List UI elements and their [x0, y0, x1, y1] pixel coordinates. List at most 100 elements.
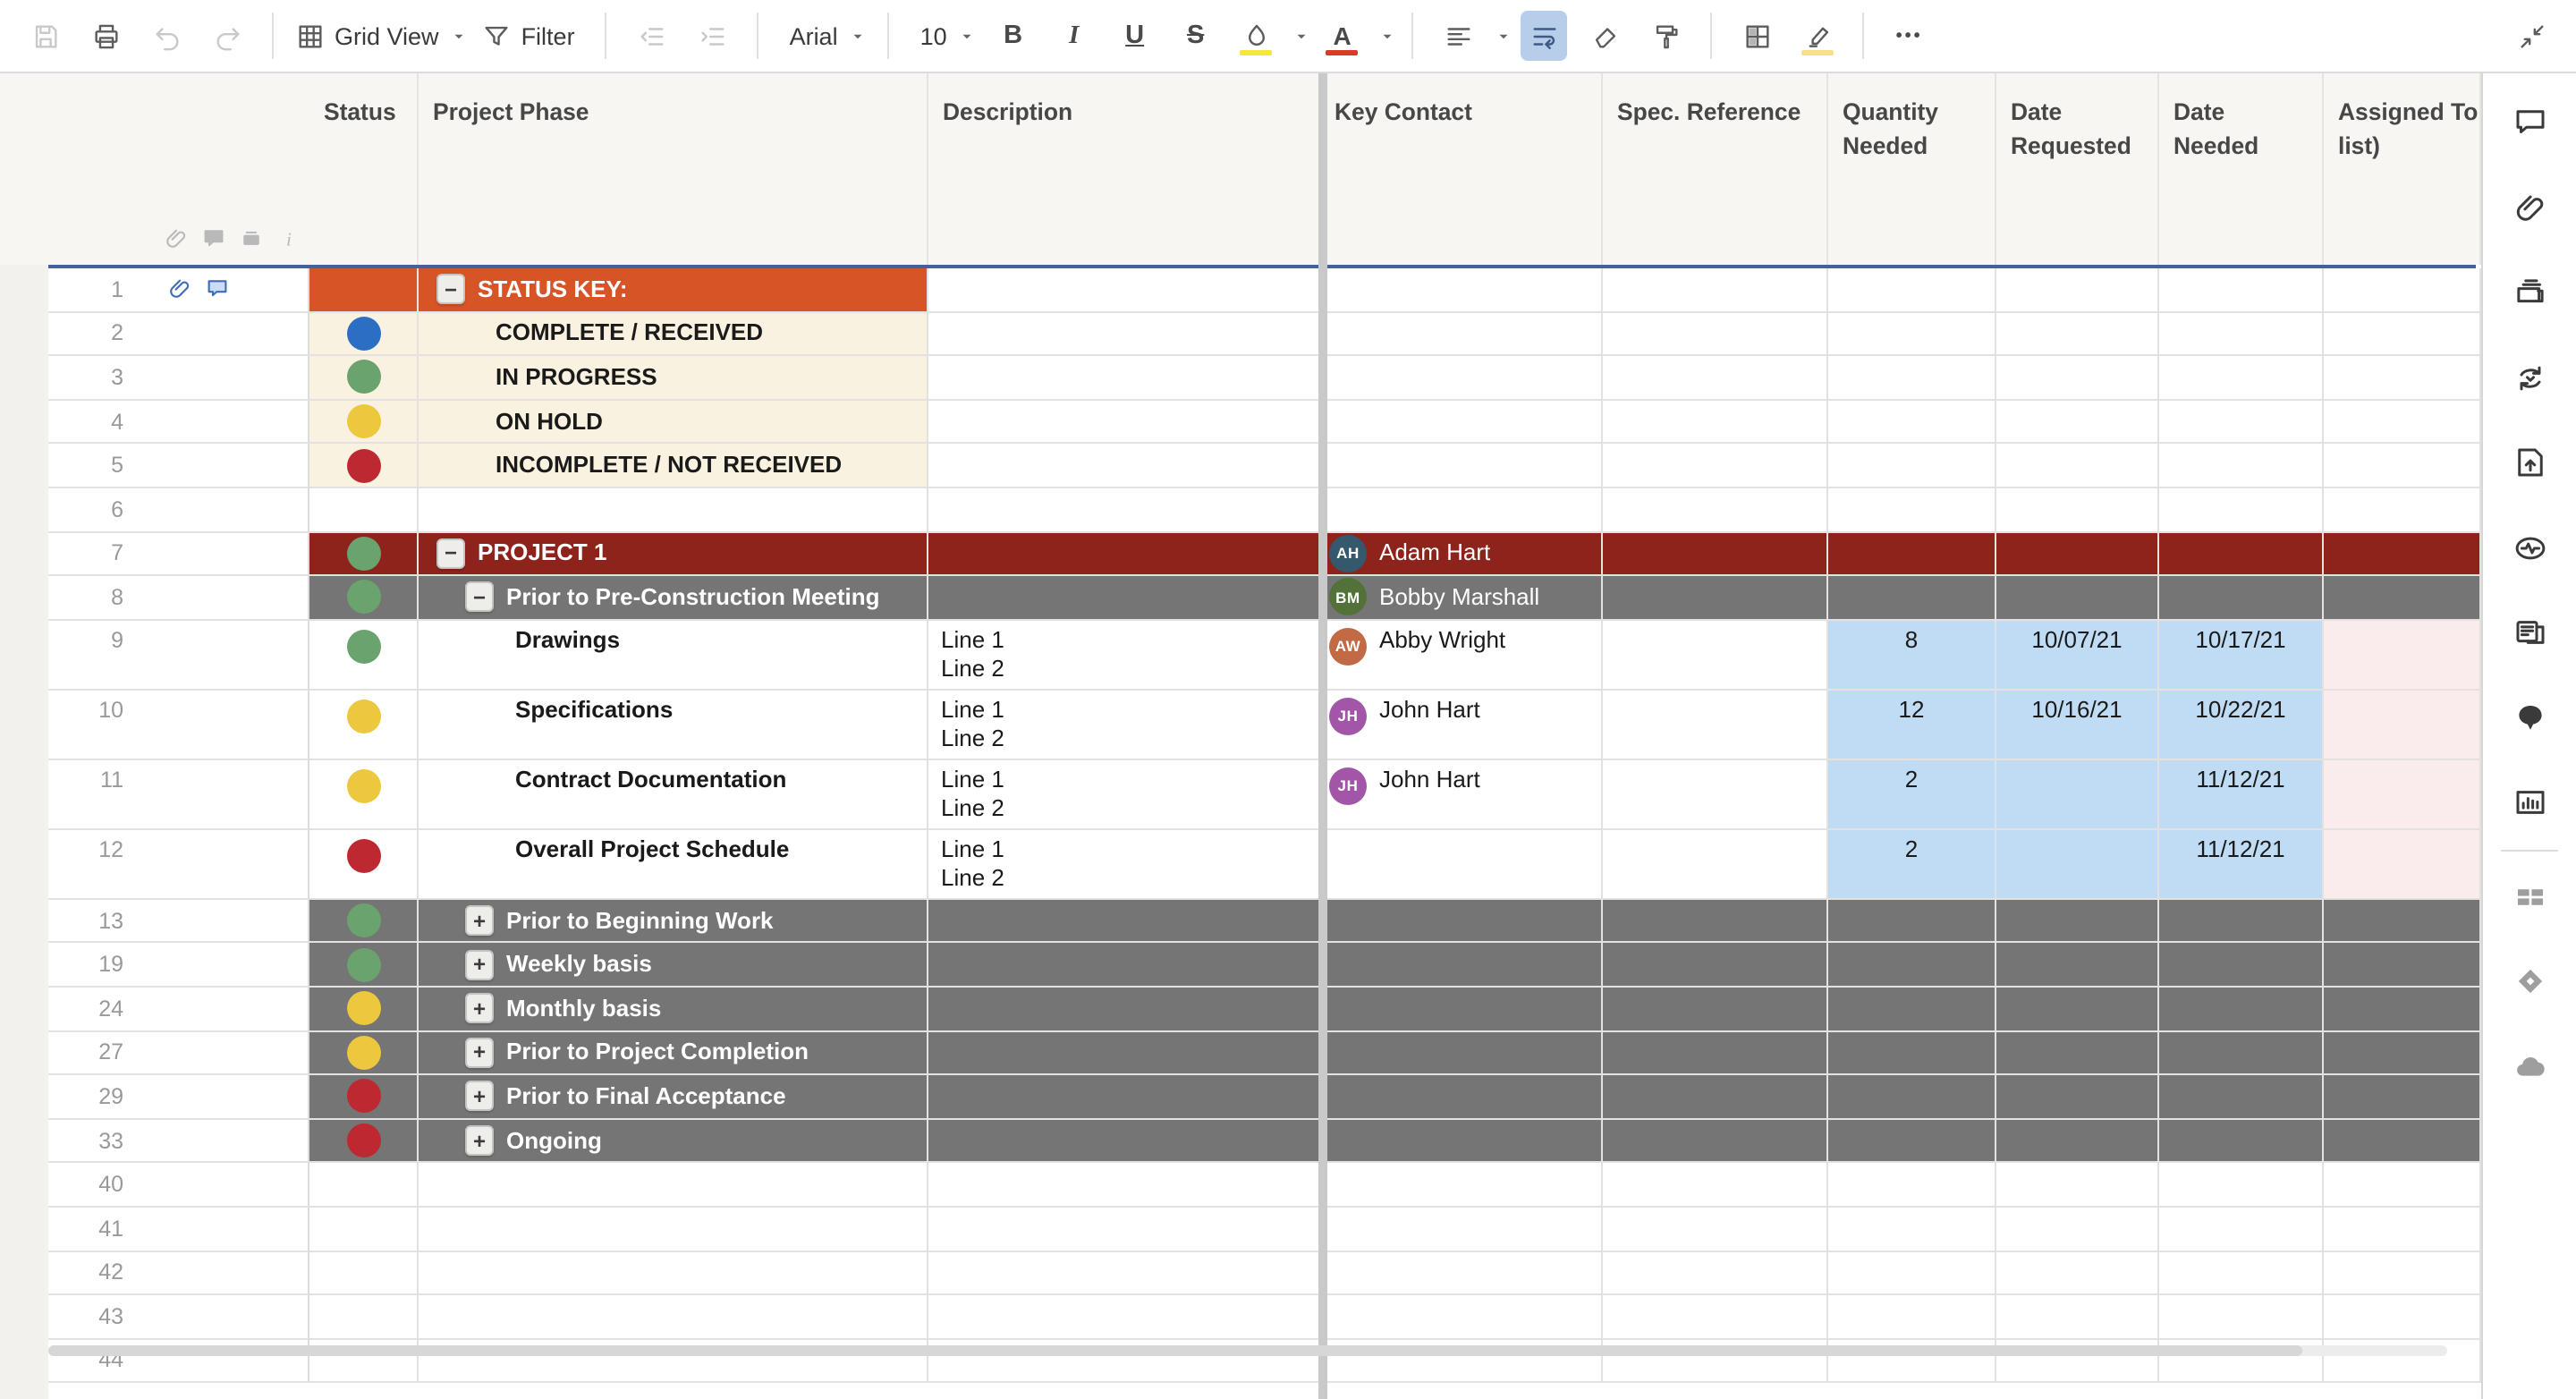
assigned-to-cell[interactable]: [2324, 1164, 2481, 1208]
spec-reference-cell[interactable]: [1603, 760, 1828, 830]
status-cell[interactable]: [309, 1164, 419, 1208]
quantity-needed-cell[interactable]: 12: [1828, 691, 1996, 760]
attachments-icon[interactable]: [2483, 165, 2576, 250]
spec-reference-cell[interactable]: [1603, 988, 1828, 1031]
key-contact-cell[interactable]: [1320, 1075, 1603, 1119]
key-contact-cell[interactable]: [1320, 312, 1603, 356]
date-needed-cell[interactable]: [2159, 532, 2324, 576]
column-header-date_needed[interactable]: DateNeeded: [2159, 73, 2324, 264]
publish-icon[interactable]: [2483, 420, 2576, 505]
key-contact-cell[interactable]: [1320, 900, 1603, 944]
spec-reference-cell[interactable]: [1603, 900, 1828, 944]
comments-icon[interactable]: [2483, 81, 2576, 165]
project-phase-cell[interactable]: [419, 1251, 928, 1295]
date-needed-cell[interactable]: [2159, 356, 2324, 400]
spec-reference-cell[interactable]: [1603, 401, 1828, 445]
status-ball-red[interactable]: [346, 1123, 380, 1157]
row-number-cell[interactable]: 33: [48, 1119, 309, 1163]
column-header-phase[interactable]: Project Phase: [419, 73, 928, 264]
project-phase-cell[interactable]: +Weekly basis: [419, 944, 928, 988]
date-requested-cell[interactable]: 10/07/21: [1996, 621, 2159, 691]
wrap-text-button[interactable]: [1521, 11, 1568, 61]
date-requested-cell[interactable]: [1996, 988, 2159, 1031]
assigned-to-cell[interactable]: [2324, 356, 2481, 400]
quantity-needed-cell[interactable]: [1828, 1119, 1996, 1163]
row-number-cell[interactable]: 12: [48, 830, 309, 900]
project-phase-cell[interactable]: INCOMPLETE / NOT RECEIVED: [419, 445, 928, 488]
row-number-cell[interactable]: 6: [48, 488, 309, 532]
key-contact-cell[interactable]: [1320, 401, 1603, 445]
status-ball-red[interactable]: [346, 1080, 380, 1114]
description-cell[interactable]: [928, 356, 1320, 400]
row-number-cell[interactable]: 8: [48, 576, 309, 620]
status-cell[interactable]: [309, 576, 419, 620]
date-needed-cell[interactable]: [2159, 445, 2324, 488]
description-cell[interactable]: [928, 1164, 1320, 1208]
fill-color-button[interactable]: [1233, 11, 1280, 61]
project-phase-cell[interactable]: [419, 488, 928, 532]
date-requested-cell[interactable]: [1996, 1164, 2159, 1208]
assigned-to-cell[interactable]: [2324, 830, 2481, 900]
spec-reference-cell[interactable]: [1603, 1075, 1828, 1119]
spec-reference-cell[interactable]: [1603, 445, 1828, 488]
date-requested-cell[interactable]: [1996, 1295, 2159, 1339]
project-phase-cell[interactable]: +Monthly basis: [419, 988, 928, 1031]
expand-button[interactable]: +: [465, 905, 494, 936]
quantity-needed-cell[interactable]: [1828, 1164, 1996, 1208]
notifications-icon[interactable]: [2483, 675, 2576, 760]
date-requested-cell[interactable]: [1996, 488, 2159, 532]
row-comment-indicator-icon[interactable]: [204, 276, 231, 303]
horizontal-scrollbar[interactable]: [48, 1345, 2447, 1356]
date-needed-cell[interactable]: [2159, 1075, 2324, 1119]
row-number-cell[interactable]: 3: [48, 356, 309, 400]
assigned-to-cell[interactable]: [2324, 944, 2481, 988]
date-requested-cell[interactable]: [1996, 312, 2159, 356]
spec-reference-cell[interactable]: [1603, 576, 1828, 620]
status-cell[interactable]: [309, 760, 419, 830]
view-selector[interactable]: Grid View: [295, 11, 468, 61]
quantity-needed-cell[interactable]: [1828, 1251, 1996, 1295]
redo-button[interactable]: [204, 11, 250, 61]
key-contact-cell[interactable]: [1320, 1119, 1603, 1163]
column-header-description[interactable]: Description: [928, 73, 1320, 264]
assigned-to-cell[interactable]: [2324, 576, 2481, 620]
key-contact-cell[interactable]: AHAdam Hart: [1320, 532, 1603, 576]
key-contact-cell[interactable]: JHJohn Hart: [1320, 760, 1603, 830]
row-number-cell[interactable]: 19: [48, 944, 309, 988]
date-requested-cell[interactable]: [1996, 1031, 2159, 1075]
date-requested-cell[interactable]: 10/16/21: [1996, 691, 2159, 760]
description-cell[interactable]: [928, 1251, 1320, 1295]
assigned-to-cell[interactable]: [2324, 401, 2481, 445]
key-contact-cell[interactable]: JHJohn Hart: [1320, 691, 1603, 760]
assigned-to-cell[interactable]: [2324, 532, 2481, 576]
status-ball-red[interactable]: [346, 840, 380, 874]
description-cell[interactable]: [928, 1119, 1320, 1163]
quantity-needed-cell[interactable]: [1828, 445, 1996, 488]
row-number-cell[interactable]: 1: [48, 268, 309, 312]
spec-reference-cell[interactable]: [1603, 830, 1828, 900]
project-phase-cell[interactable]: +Prior to Final Acceptance: [419, 1075, 928, 1119]
status-cell[interactable]: [309, 401, 419, 445]
spec-reference-cell[interactable]: [1603, 312, 1828, 356]
update-requests-icon[interactable]: [2483, 335, 2576, 420]
sheet-summary-icon[interactable]: [2483, 590, 2576, 675]
spec-reference-cell[interactable]: [1603, 268, 1828, 312]
assigned-to-cell[interactable]: [2324, 621, 2481, 691]
status-cell[interactable]: [309, 1208, 419, 1251]
text-color-caret[interactable]: [1375, 11, 1396, 61]
status-cell[interactable]: [309, 988, 419, 1031]
project-phase-cell[interactable]: COMPLETE / RECEIVED: [419, 312, 928, 356]
description-cell[interactable]: [928, 900, 1320, 944]
row-number-cell[interactable]: 42: [48, 1251, 309, 1295]
key-contact-cell[interactable]: BMBobby Marshall: [1320, 576, 1603, 620]
key-contact-cell[interactable]: [1320, 1251, 1603, 1295]
expand-button[interactable]: +: [465, 949, 494, 979]
date-needed-cell[interactable]: [2159, 944, 2324, 988]
date-requested-cell[interactable]: [1996, 1208, 2159, 1251]
more-button[interactable]: •••: [1886, 11, 1933, 61]
status-cell[interactable]: [309, 356, 419, 400]
quantity-needed-cell[interactable]: [1828, 1075, 1996, 1119]
font-size-select[interactable]: 10: [911, 11, 976, 61]
description-cell[interactable]: Line 1Line 2: [928, 621, 1320, 691]
project-phase-cell[interactable]: −Prior to Pre-Construction Meeting: [419, 576, 928, 620]
